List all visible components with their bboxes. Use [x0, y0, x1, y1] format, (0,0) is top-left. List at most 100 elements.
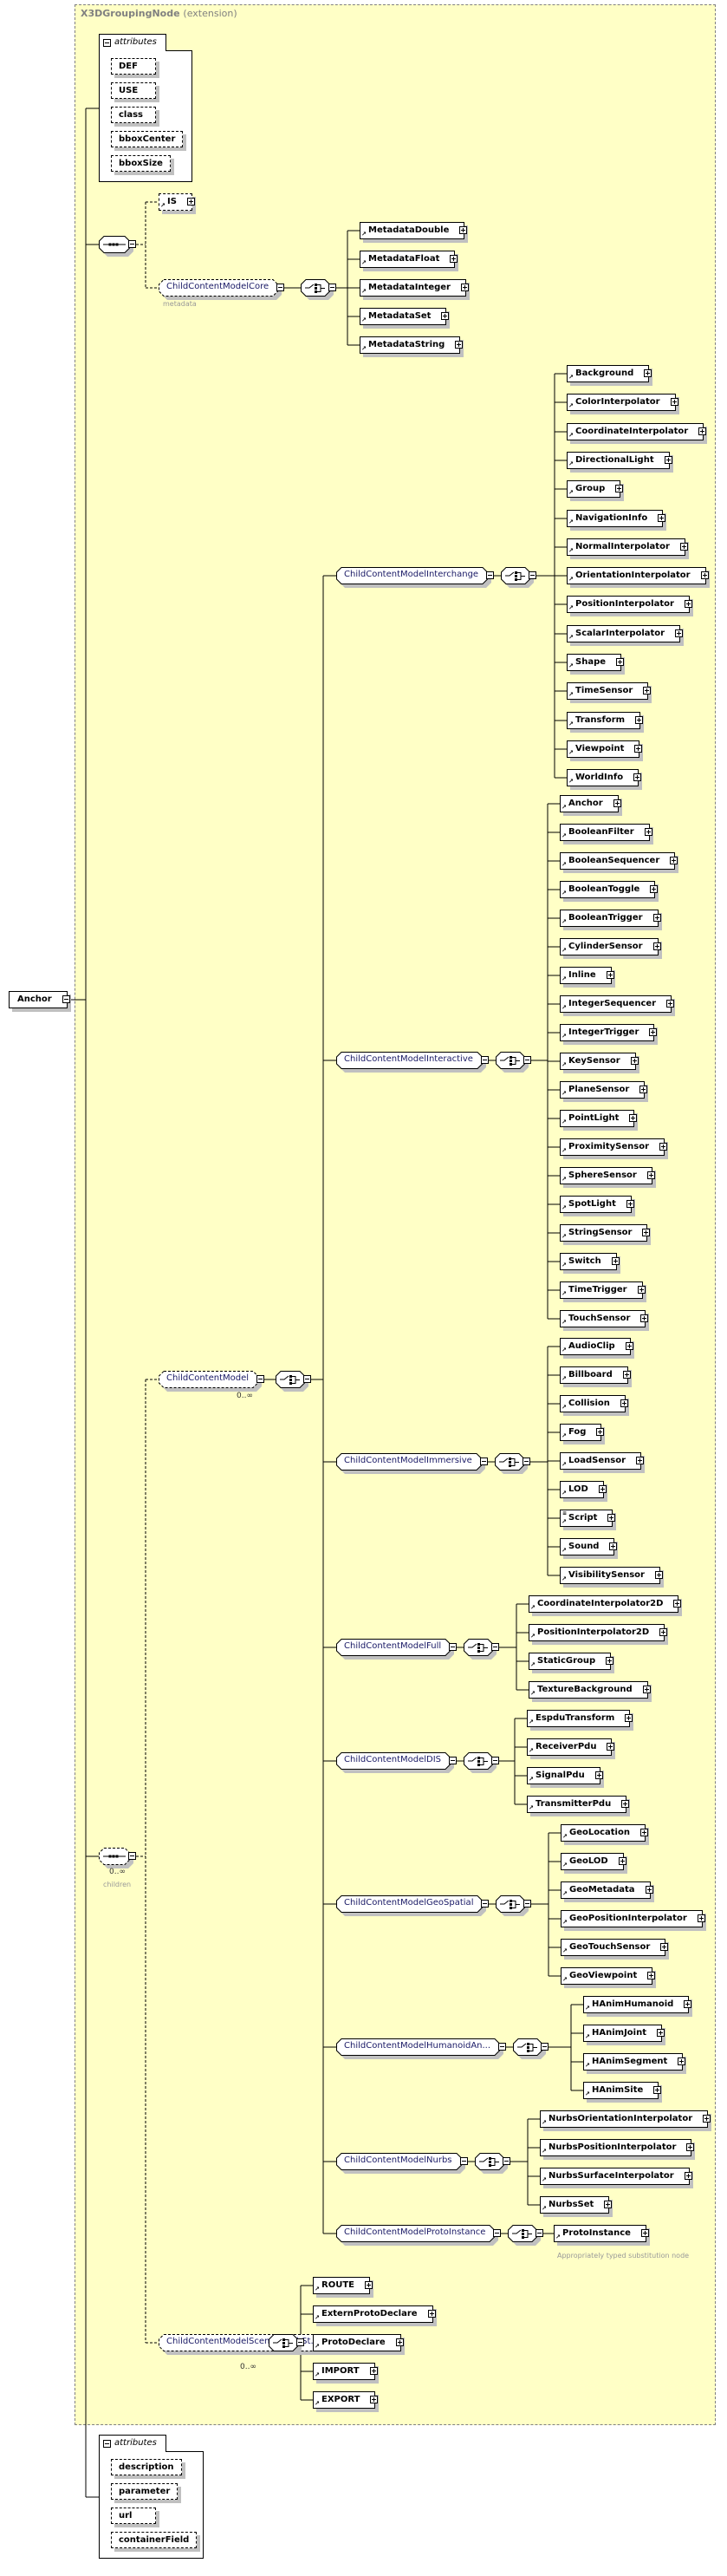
expand-icon[interactable]	[647, 1171, 655, 1179]
expand-icon[interactable]	[604, 2201, 612, 2208]
expand-icon[interactable]	[645, 828, 652, 836]
group-child-content-model-interactive[interactable]: ChildContentModelInteractive	[336, 1052, 486, 1073]
expand-icon[interactable]	[599, 1485, 607, 1493]
element-anchor[interactable]: ↗ Anchor	[560, 795, 619, 812]
element-metadata-integer[interactable]: ↗ MetadataInteger	[360, 279, 466, 297]
element-boolean-sequencer[interactable]: ↗ BooleanSequencer	[560, 852, 675, 870]
expand-icon[interactable]	[616, 658, 624, 666]
collapse-icon[interactable]	[491, 1757, 499, 1764]
element-integer-sequencer[interactable]: ↗ IntegerSequencer	[560, 995, 672, 1013]
expand-icon[interactable]	[655, 1571, 663, 1579]
group-child-content-model-immersive[interactable]: ChildContentModelImmersive	[336, 1453, 485, 1474]
group-child-content-model-nurbs[interactable]: ChildContentModelNurbs	[336, 2153, 465, 2174]
element-touch-sensor[interactable]: ↗ TouchSensor	[560, 1310, 646, 1327]
expand-icon[interactable]	[441, 312, 449, 320]
attribute-container-field[interactable]: containerField	[111, 2532, 197, 2548]
attribute-class[interactable]: class	[111, 107, 156, 123]
expand-icon[interactable]	[450, 255, 458, 263]
element-orientation-interpolator[interactable]: ↗ OrientationInterpolator	[567, 567, 706, 584]
element-geo-position-interpolator[interactable]: ↗ GeoPositionInterpolator	[561, 1910, 703, 1927]
collapse-icon[interactable]	[276, 284, 284, 291]
element-normal-interpolator[interactable]: ↗ NormalInterpolator	[567, 538, 685, 556]
element-spot-light[interactable]: ↗ SpotLight	[560, 1196, 632, 1213]
collapse-icon[interactable]	[449, 1757, 457, 1764]
collapse-icon[interactable]	[481, 1056, 489, 1064]
expand-icon[interactable]	[643, 687, 651, 695]
collapse-icon[interactable]	[128, 240, 136, 248]
element-proto-declare[interactable]: ↗ ProtoDeclare	[313, 2334, 401, 2351]
expand-icon[interactable]	[701, 571, 709, 579]
expand-icon[interactable]	[461, 284, 469, 291]
element-inline[interactable]: ↗ Inline	[560, 967, 612, 984]
element-geo-viewpoint[interactable]: ↗ GeoViewpoint	[561, 1967, 652, 1985]
element-coordinate-interpolator[interactable]: ↗ CoordinateInterpolator	[567, 423, 704, 440]
expand-icon[interactable]	[459, 226, 467, 234]
collapse-icon[interactable]	[103, 2440, 111, 2448]
expand-icon[interactable]	[607, 1743, 614, 1751]
expand-icon[interactable]	[684, 2000, 691, 2008]
element-static-group[interactable]: ↗ StaticGroup	[529, 1653, 611, 1670]
expand-icon[interactable]	[626, 1200, 634, 1208]
collapse-icon[interactable]	[486, 571, 494, 579]
expand-icon[interactable]	[635, 716, 643, 724]
element-nurbs-position-interpolator[interactable]: ↗ NurbsPositionInterpolator	[540, 2139, 691, 2156]
element-geo-metadata[interactable]: ↗ GeoMetadata	[561, 1881, 651, 1899]
expand-icon[interactable]	[703, 2115, 711, 2123]
element-import[interactable]: ↗ IMPORT	[313, 2363, 375, 2380]
element-point-light[interactable]: ↗ PointLight	[560, 1110, 634, 1127]
expand-icon[interactable]	[596, 1428, 604, 1436]
expand-icon[interactable]	[671, 398, 678, 406]
element-anchor[interactable]: Anchor	[9, 991, 68, 1008]
element-collision[interactable]: ↗ Collision	[560, 1395, 626, 1412]
element-h-anim-site[interactable]: ↗ HAnimSite	[583, 2082, 659, 2099]
collapse-icon[interactable]	[303, 1375, 311, 1383]
expand-icon[interactable]	[615, 485, 623, 492]
expand-icon[interactable]	[698, 1914, 705, 1922]
collapse-icon[interactable]	[103, 39, 111, 47]
element-directional-light[interactable]: ↗ DirectionalLight	[567, 452, 670, 469]
element-metadata-float[interactable]: ↗ MetadataFloat	[360, 251, 455, 268]
expand-icon[interactable]	[644, 369, 652, 377]
attributes-header[interactable]: attributes	[99, 34, 166, 51]
element-cylinder-sensor[interactable]: ↗ CylinderSensor	[560, 938, 659, 955]
expand-icon[interactable]	[640, 1829, 648, 1836]
collapse-icon[interactable]	[128, 1852, 136, 1860]
collapse-icon[interactable]	[498, 2043, 506, 2051]
element-lod[interactable]: ↗ LOD	[560, 1481, 604, 1498]
collapse-icon[interactable]	[491, 1643, 499, 1651]
element-transform[interactable]: ↗ Transform	[567, 712, 640, 729]
collapse-icon[interactable]	[481, 1900, 489, 1908]
attribute-def[interactable]: DEF	[111, 58, 156, 75]
attributes-header[interactable]: attributes	[99, 2435, 166, 2452]
expand-icon[interactable]	[609, 1542, 617, 1550]
element-nurbs-set[interactable]: ↗ NurbsSet	[540, 2196, 609, 2214]
collapse-icon[interactable]	[523, 1056, 531, 1064]
element-metadata-string[interactable]: ↗ MetadataString	[360, 336, 460, 354]
expand-icon[interactable]	[428, 2310, 436, 2318]
expand-icon[interactable]	[606, 1657, 613, 1665]
element-world-info[interactable]: ↗ WorldInfo	[567, 769, 639, 786]
group-child-content-model-dis[interactable]: ChildContentModelDIS	[336, 1752, 454, 1773]
expand-icon[interactable]	[685, 2172, 692, 2180]
expand-icon[interactable]	[658, 514, 665, 522]
expand-icon[interactable]	[613, 799, 621, 807]
group-child-content-model-geo-spatial[interactable]: ChildContentModelGeoSpatial	[336, 1895, 486, 1916]
expand-icon[interactable]	[653, 914, 661, 922]
expand-icon[interactable]	[634, 745, 642, 753]
expand-icon[interactable]	[187, 198, 195, 205]
expand-icon[interactable]	[650, 885, 658, 893]
collapse-icon[interactable]	[541, 2043, 548, 2051]
expand-icon[interactable]	[653, 2086, 661, 2094]
collapse-icon[interactable]	[460, 2157, 468, 2165]
element-proximity-sensor[interactable]: ↗ ProximitySensor	[560, 1138, 665, 1156]
expand-icon[interactable]	[659, 1143, 667, 1151]
expand-icon[interactable]	[649, 1028, 657, 1036]
element-texture-background[interactable]: ↗ TextureBackground	[529, 1681, 648, 1699]
expand-icon[interactable]	[625, 1714, 633, 1722]
element-audio-clip[interactable]: ↗ AudioClip	[560, 1338, 631, 1355]
expand-icon[interactable]	[638, 1286, 646, 1294]
expand-icon[interactable]	[642, 1229, 650, 1236]
element-script[interactable]: ↗ ≡ Script	[560, 1510, 613, 1527]
expand-icon[interactable]	[643, 1686, 651, 1693]
expand-icon[interactable]	[619, 1857, 626, 1865]
